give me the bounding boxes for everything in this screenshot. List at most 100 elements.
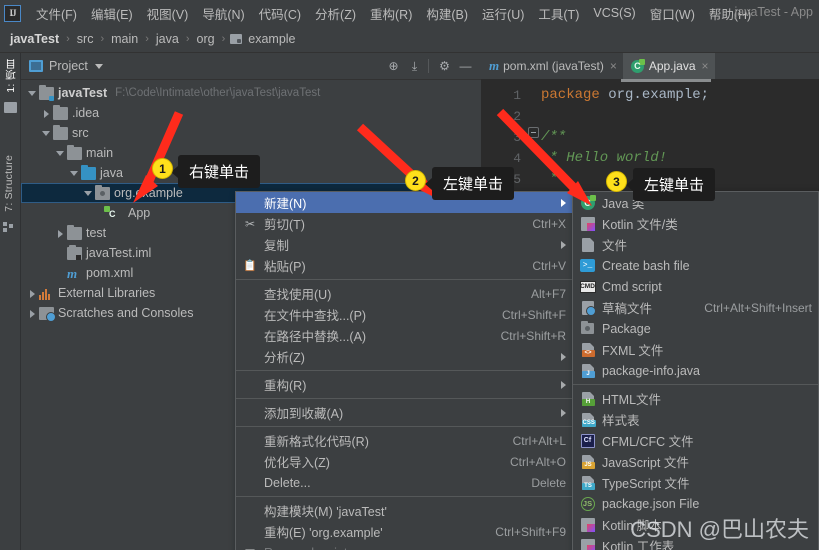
menu-7[interactable]: 构建(B) bbox=[419, 1, 475, 26]
context-menu-item-查找使用u[interactable]: 查找使用(U) Alt+F7 bbox=[236, 283, 572, 304]
context-menu-item-构建模块mjavatest[interactable]: 构建模块(M) 'javaTest' bbox=[236, 500, 572, 521]
breadcrumb-label: javaTest bbox=[10, 32, 60, 46]
submenu-chevron-right-icon bbox=[561, 352, 566, 361]
submenu-item-packagejsonfile[interactable]: JS package.json File bbox=[573, 493, 818, 514]
submenu-item-文件[interactable]: 文件 bbox=[573, 234, 818, 255]
breadcrumb-item-javatest[interactable]: javaTest bbox=[8, 31, 61, 47]
tree-node-javatest[interactable]: javaTest F:\Code\Intimate\other\javaTest\… bbox=[21, 83, 481, 103]
module-icon bbox=[39, 84, 54, 101]
cfml-icon: Cf bbox=[579, 433, 596, 448]
line-number: 2 bbox=[513, 109, 521, 124]
submenu-item-label: 文件 bbox=[602, 239, 628, 253]
context-menu-item-分析z[interactable]: 分析(Z) bbox=[236, 346, 572, 367]
submenu-item-fxml文件[interactable]: <> FXML 文件 bbox=[573, 339, 818, 360]
submenu-item-packageinfojava[interactable]: Jpackage-info.java bbox=[573, 360, 818, 381]
chevron-down-icon[interactable] bbox=[55, 148, 66, 159]
context-menu-item-重构r[interactable]: 重构(R) bbox=[236, 374, 572, 395]
close-icon[interactable]: × bbox=[702, 59, 709, 73]
context-menu-item-复制[interactable]: 复制 bbox=[236, 234, 572, 255]
tree-node--idea[interactable]: .idea bbox=[21, 103, 481, 123]
menu-bar: IJ 文件(F) 编辑(E) 视图(V) 导航(N) 代码(C) 分析(Z) 重构(R) 构建… bbox=[0, 0, 819, 26]
context-menu-item-重新格式化代码r[interactable]: 重新格式化代码(R) Ctrl+Alt+L bbox=[236, 430, 572, 451]
horizontal-scrollbar[interactable] bbox=[621, 79, 711, 82]
context-menu-item-重构eorgexample[interactable]: 重构(E) 'org.example' Ctrl+Shift+F9 bbox=[236, 521, 572, 542]
editor-tab-label: pom.xml (javaTest) bbox=[503, 59, 604, 73]
breadcrumb-item-org[interactable]: org bbox=[195, 31, 217, 47]
chevron-down-icon[interactable] bbox=[83, 188, 94, 199]
folder-icon bbox=[53, 104, 68, 120]
menu-2[interactable]: 视图(V) bbox=[140, 1, 196, 26]
tree-node-label: main bbox=[86, 146, 114, 160]
chevron-down-icon[interactable] bbox=[69, 168, 80, 179]
tree-node-label: javaTest bbox=[58, 86, 108, 100]
gear-icon[interactable]: ⚙ bbox=[435, 57, 454, 76]
chevron-right-icon[interactable] bbox=[55, 228, 66, 239]
tool-window-tab-project[interactable]: 1: 项目 bbox=[3, 55, 18, 97]
editor-tab-app-java[interactable]: App.java × bbox=[622, 53, 715, 79]
context-menu-item-剪切t[interactable]: ✂ 剪切(T) Ctrl+X bbox=[236, 213, 572, 234]
chevron-right-icon[interactable] bbox=[41, 108, 52, 119]
submenu-item-javascript文件[interactable]: JS JavaScript 文件 bbox=[573, 451, 818, 472]
kotlin-icon bbox=[579, 538, 596, 550]
locate-icon[interactable]: ⊕ bbox=[384, 57, 403, 76]
context-menu-item-在文件中查找p[interactable]: 在文件中查找...(P) Ctrl+Shift+F bbox=[236, 304, 572, 325]
chevron-down-icon[interactable] bbox=[41, 128, 52, 139]
breadcrumb-item-java[interactable]: java bbox=[154, 31, 181, 47]
maven-icon: m bbox=[67, 265, 78, 281]
submenu-item-cmdscript[interactable]: CMD Cmd script bbox=[573, 276, 818, 297]
tool-window-tab-structure[interactable]: 7: Structure bbox=[3, 151, 15, 216]
scratch-file-icon bbox=[579, 300, 596, 316]
tree-node-label: App bbox=[128, 206, 151, 220]
collapse-all-icon[interactable]: ⤓ bbox=[405, 57, 424, 76]
context-menu-item-粘贴p[interactable]: 📋 粘贴(P) Ctrl+V bbox=[236, 255, 572, 276]
chevron-down-icon[interactable] bbox=[27, 88, 38, 99]
menu-10[interactable]: VCS(S) bbox=[586, 3, 642, 23]
submenu-chevron-right-icon bbox=[561, 380, 566, 389]
tree-node-src[interactable]: src bbox=[21, 123, 481, 143]
menu-9[interactable]: 工具(T) bbox=[531, 1, 586, 26]
fold-region-icon[interactable] bbox=[528, 127, 539, 138]
context-menu-item-优化导入z[interactable]: 优化导入(Z) Ctrl+Alt+O bbox=[236, 451, 572, 472]
submenu-item-package[interactable]: Package bbox=[573, 318, 818, 339]
menu-6[interactable]: 重构(R) bbox=[363, 1, 419, 26]
chevron-right-icon[interactable] bbox=[27, 308, 38, 319]
context-menu-item-delete[interactable]: Delete... Delete bbox=[236, 472, 572, 493]
submenu-item-kotlin文件类[interactable]: Kotlin 文件/类 bbox=[573, 213, 818, 234]
submenu-item-createbashfile[interactable]: >_ Create bash file bbox=[573, 255, 818, 276]
breadcrumb-separator: › bbox=[100, 33, 105, 45]
menu-0[interactable]: 文件(F) bbox=[29, 1, 84, 26]
close-icon[interactable]: × bbox=[610, 59, 617, 73]
submenu-item-样式表[interactable]: CSS 样式表 bbox=[573, 409, 818, 430]
submenu-item-label: 样式表 bbox=[602, 414, 640, 428]
context-menu-item-添加到收藏a[interactable]: 添加到收藏(A) bbox=[236, 402, 572, 423]
code-line: * Hello world! bbox=[541, 148, 709, 169]
chevron-right-icon[interactable] bbox=[27, 288, 38, 299]
submenu-item-html文件[interactable]: H HTML文件 bbox=[573, 388, 818, 409]
tree-node-label: Scratches and Consoles bbox=[58, 306, 194, 320]
menu-1[interactable]: 编辑(E) bbox=[84, 1, 140, 26]
context-menu-item-label: 优化导入(Z) bbox=[264, 456, 330, 470]
context-menu-item-新建n[interactable]: 新建(N) bbox=[236, 192, 572, 213]
context-menu-item-在路径中替换a[interactable]: 在路径中替换...(A) Ctrl+Shift+R bbox=[236, 325, 572, 346]
editor-tab-pom-xml[interactable]: m pom.xml (javaTest) × bbox=[481, 53, 623, 79]
menu-11[interactable]: 窗口(W) bbox=[643, 1, 702, 26]
menu-4[interactable]: 代码(C) bbox=[252, 1, 308, 26]
menu-8[interactable]: 运行(U) bbox=[475, 1, 531, 26]
tree-node-label: org.example bbox=[114, 186, 183, 200]
editor-tab-bar: mpom.xml (javaTest) × App.java × bbox=[481, 53, 819, 79]
hide-icon[interactable]: — bbox=[456, 57, 475, 76]
submenu-item-cfmlcfc文件[interactable]: Cf CFML/CFC 文件 bbox=[573, 430, 818, 451]
chevron-down-icon[interactable] bbox=[94, 63, 103, 69]
intellij-logo-icon: IJ bbox=[4, 4, 21, 22]
breadcrumb-item-example[interactable]: example bbox=[230, 31, 297, 47]
submenu-item-草稿文件[interactable]: 草稿文件 Ctrl+Alt+Shift+Insert bbox=[573, 297, 818, 318]
new-submenu: Java 类Kotlin 文件/类文件>_Create bash fileCMD… bbox=[572, 191, 819, 550]
breadcrumb-item-main[interactable]: main bbox=[109, 31, 140, 47]
json-icon: JS bbox=[579, 496, 596, 511]
context-menu-item-label: 剪切(T) bbox=[264, 218, 305, 232]
submenu-item-typescript文件[interactable]: TS TypeScript 文件 bbox=[573, 472, 818, 493]
iml-icon bbox=[67, 244, 82, 260]
menu-5[interactable]: 分析(Z) bbox=[308, 1, 363, 26]
breadcrumb-item-src[interactable]: src bbox=[75, 31, 96, 47]
menu-3[interactable]: 导航(N) bbox=[195, 1, 251, 26]
